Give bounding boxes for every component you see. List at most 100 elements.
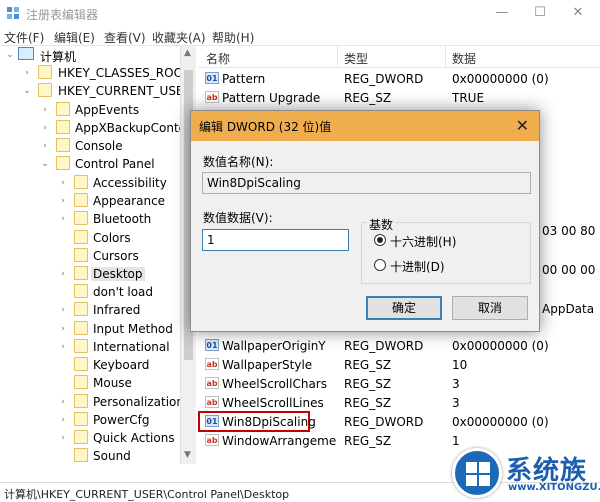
folder-icon bbox=[56, 102, 70, 116]
list-item[interactable]: 01 Pattern REG_DWORD 0x00000000 (0) bbox=[198, 69, 600, 88]
folder-icon bbox=[74, 211, 88, 225]
tree-item[interactable]: Colors bbox=[0, 229, 190, 247]
hex-radio[interactable] bbox=[374, 234, 386, 246]
tree-item[interactable]: › Personalization bbox=[0, 393, 190, 411]
collapse-icon[interactable]: ⌄ bbox=[22, 86, 32, 96]
folder-icon bbox=[74, 448, 88, 462]
expand-icon[interactable]: › bbox=[58, 178, 68, 188]
value-name-field[interactable]: Win8DpiScaling bbox=[202, 172, 531, 194]
tree-item[interactable]: don't load bbox=[0, 283, 190, 301]
windows-logo-icon bbox=[466, 462, 490, 486]
folder-icon bbox=[74, 266, 88, 280]
value-type: REG_DWORD bbox=[344, 415, 424, 429]
tree-item[interactable]: › HKEY_CLASSES_ROOT bbox=[0, 64, 190, 82]
computer-icon bbox=[18, 47, 34, 60]
minimize-button[interactable]: — bbox=[482, 2, 522, 24]
folder-icon bbox=[74, 430, 88, 444]
folder-icon bbox=[74, 394, 88, 408]
expand-icon[interactable]: › bbox=[58, 324, 68, 334]
tree-item[interactable]: Cursors bbox=[0, 247, 190, 265]
menu-help[interactable]: 帮助(H) bbox=[212, 29, 254, 46]
string-value-icon: ab bbox=[205, 434, 219, 446]
tree-item-computer[interactable]: ⌄ 计算机 bbox=[0, 46, 190, 64]
value-name: Pattern Upgrade bbox=[222, 91, 321, 105]
close-button[interactable]: ✕ bbox=[558, 2, 598, 24]
tree-item[interactable]: › Quick Actions bbox=[0, 429, 190, 447]
column-data[interactable]: 数据 bbox=[452, 50, 476, 67]
column-name[interactable]: 名称 bbox=[206, 50, 230, 67]
tree-item[interactable]: › AppXBackupConter bbox=[0, 119, 191, 137]
tree-item[interactable]: › Input Method bbox=[0, 320, 190, 338]
value-data: 3 bbox=[452, 396, 460, 410]
menu-file[interactable]: 文件(F) bbox=[4, 29, 44, 46]
list-item[interactable]: ab WallpaperStyle REG_SZ 10 bbox=[198, 355, 600, 374]
maximize-button[interactable]: ☐ bbox=[520, 2, 560, 24]
value-data: TRUE bbox=[452, 91, 485, 105]
expand-icon[interactable]: › bbox=[58, 196, 68, 206]
expand-icon[interactable]: › bbox=[58, 269, 68, 279]
collapse-icon[interactable]: ⌄ bbox=[5, 50, 15, 60]
tree-item[interactable]: › Bluetooth bbox=[0, 210, 190, 228]
collapse-icon[interactable]: ⌄ bbox=[40, 159, 50, 169]
folder-icon bbox=[38, 83, 52, 97]
dialog-title-bar[interactable]: 编辑 DWORD (32 位)值 ✕ bbox=[191, 111, 539, 141]
list-item[interactable]: 01 WallpaperOriginY REG_DWORD 0x00000000… bbox=[198, 336, 600, 355]
tree-label: AppXBackupConter bbox=[75, 121, 191, 135]
tree-item[interactable]: › Accessibility bbox=[0, 174, 190, 192]
folder-icon bbox=[74, 339, 88, 353]
expand-icon[interactable]: › bbox=[58, 397, 68, 407]
tree-item[interactable]: › AppEvents bbox=[0, 101, 190, 119]
expand-icon[interactable]: › bbox=[58, 433, 68, 443]
partial-value-data: 03 00 80 bbox=[542, 224, 596, 238]
tree-item-selected[interactable]: › Desktop bbox=[0, 265, 190, 283]
tree-label: Mouse bbox=[93, 376, 132, 390]
hex-radio-label[interactable]: 十六进制(H) bbox=[390, 233, 456, 250]
title-bar: 注册表编辑器 — ☐ ✕ bbox=[0, 0, 600, 26]
expand-icon[interactable]: › bbox=[58, 305, 68, 315]
list-item[interactable]: ab WheelScrollLines REG_SZ 3 bbox=[198, 393, 600, 412]
tree-label: AppEvents bbox=[75, 103, 140, 117]
menu-favorites[interactable]: 收藏夹(A) bbox=[152, 29, 206, 46]
decimal-radio[interactable] bbox=[374, 259, 386, 271]
expand-icon[interactable]: › bbox=[40, 105, 50, 115]
list-item[interactable]: ab WheelScrollChars REG_SZ 3 bbox=[198, 374, 600, 393]
scroll-down-icon[interactable]: ▼ bbox=[184, 450, 191, 460]
value-type: REG_SZ bbox=[344, 358, 392, 372]
column-divider[interactable] bbox=[337, 46, 338, 68]
folder-icon bbox=[74, 175, 88, 189]
tree-item[interactable]: › PowerCfg bbox=[0, 411, 190, 429]
tree-label: International bbox=[93, 340, 170, 354]
tree-item[interactable]: › International bbox=[0, 338, 190, 356]
value-data: 3 bbox=[452, 377, 460, 391]
list-item[interactable]: ab Pattern Upgrade REG_SZ TRUE bbox=[198, 88, 600, 107]
column-type[interactable]: 类型 bbox=[344, 50, 368, 67]
list-item-highlighted[interactable]: 01 Win8DpiScaling REG_DWORD 0x00000000 (… bbox=[198, 411, 600, 432]
tree-label: Desktop bbox=[91, 267, 145, 281]
tree-item[interactable]: › Infrared bbox=[0, 301, 190, 319]
tree-item[interactable]: ⌄ Control Panel bbox=[0, 155, 190, 173]
column-divider[interactable] bbox=[445, 46, 446, 68]
expand-icon[interactable]: › bbox=[58, 214, 68, 224]
expand-icon[interactable]: › bbox=[40, 141, 50, 151]
decimal-radio-label[interactable]: 十进制(D) bbox=[390, 258, 445, 275]
logo-url: www.XITONGZU.COM bbox=[508, 482, 600, 493]
menu-edit[interactable]: 编辑(E) bbox=[54, 29, 95, 46]
expand-icon[interactable]: › bbox=[58, 342, 68, 352]
value-data-field[interactable]: 1 bbox=[202, 229, 349, 251]
tree-item[interactable]: Keyboard bbox=[0, 356, 190, 374]
tree-item[interactable]: ⌄ HKEY_CURRENT_USER bbox=[0, 82, 192, 100]
tree-item[interactable]: Mouse bbox=[0, 374, 190, 392]
cancel-button[interactable]: 取消 bbox=[452, 296, 528, 320]
expand-icon[interactable]: › bbox=[22, 68, 32, 78]
tree-item[interactable]: › Appearance bbox=[0, 192, 190, 210]
folder-icon bbox=[56, 156, 70, 170]
value-data: 0x00000000 (0) bbox=[452, 415, 549, 429]
expand-icon[interactable]: › bbox=[40, 123, 50, 133]
expand-icon[interactable]: › bbox=[58, 415, 68, 425]
tree-item[interactable]: › Console bbox=[0, 137, 190, 155]
ok-button[interactable]: 确定 bbox=[366, 296, 442, 320]
tree-item[interactable]: Sound bbox=[0, 447, 190, 464]
menu-view[interactable]: 查看(V) bbox=[104, 29, 146, 46]
dialog-close-icon[interactable]: ✕ bbox=[516, 116, 529, 135]
scroll-up-icon[interactable]: ▲ bbox=[184, 48, 191, 58]
